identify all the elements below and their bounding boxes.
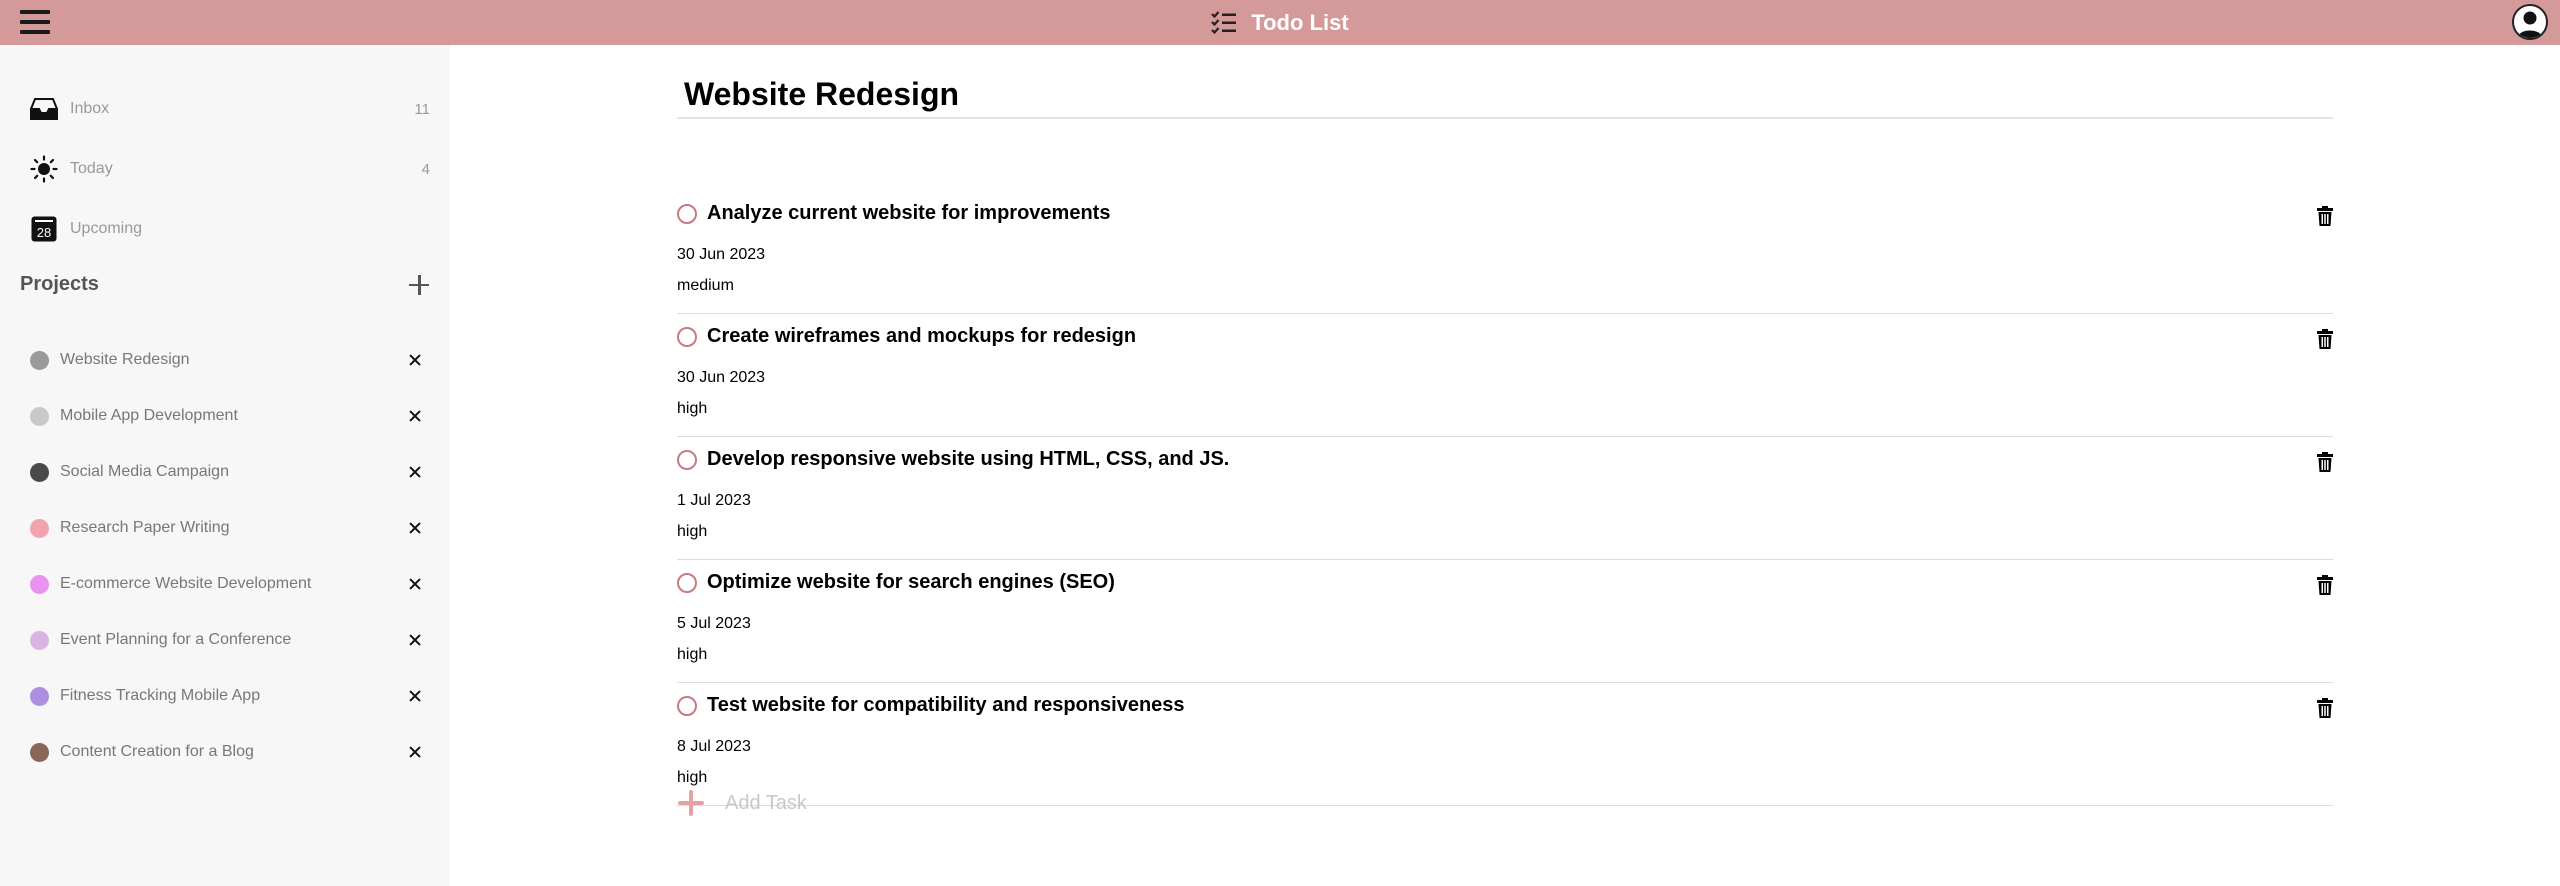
close-icon[interactable] — [405, 518, 425, 538]
sidebar-project-item[interactable]: Research Paper Writing — [30, 513, 425, 543]
sun-icon — [30, 155, 58, 183]
user-avatar-icon[interactable] — [2512, 4, 2548, 40]
project-label: E-commerce Website Development — [60, 575, 312, 592]
task-due-date: 1 Jul 2023 — [677, 492, 751, 509]
app-brand: Todo List — [1211, 9, 1349, 36]
project-label: Event Planning for a Conference — [60, 631, 292, 648]
close-icon[interactable] — [405, 686, 425, 706]
task-item: Analyze current website for improvements… — [677, 191, 2333, 314]
task-title[interactable]: Develop responsive website using HTML, C… — [707, 448, 1229, 471]
project-label: Research Paper Writing — [60, 519, 230, 536]
close-icon[interactable] — [405, 406, 425, 426]
plus-icon — [677, 789, 705, 817]
project-label: Content Creation for a Blog — [60, 743, 254, 760]
close-icon[interactable] — [405, 630, 425, 650]
task-due-date: 5 Jul 2023 — [677, 615, 751, 632]
task-due-date: 30 Jun 2023 — [677, 246, 766, 263]
add-project-icon[interactable] — [408, 274, 430, 296]
sidebar-item-today[interactable]: Today 4 — [30, 149, 430, 189]
close-icon[interactable] — [405, 742, 425, 762]
project-color-dot — [30, 406, 49, 426]
project-color-dot — [30, 630, 49, 650]
task-item: Test website for compatibility and respo… — [677, 683, 2333, 806]
project-color-dot — [30, 350, 49, 370]
project-label: Website Redesign — [60, 351, 190, 368]
hamburger-menu-icon[interactable] — [20, 8, 50, 36]
task-item: Create wireframes and mockups for redesi… — [677, 314, 2333, 437]
trash-icon[interactable] — [2317, 698, 2333, 718]
sidebar-project-item[interactable]: Content Creation for a Blog — [30, 737, 425, 767]
task-title[interactable]: Analyze current website for improvements — [707, 202, 1110, 225]
task-complete-checkbox[interactable] — [677, 696, 697, 716]
inbox-icon — [30, 95, 58, 123]
project-color-dot — [30, 574, 49, 594]
task-priority: high — [677, 769, 708, 786]
close-icon[interactable] — [405, 350, 425, 370]
task-priority: high — [677, 646, 708, 663]
close-icon[interactable] — [405, 462, 425, 482]
sidebar-project-item[interactable]: Fitness Tracking Mobile App — [30, 681, 425, 711]
project-color-dot — [30, 462, 49, 482]
top-bar: Todo List — [0, 0, 2560, 45]
sidebar-item-upcoming[interactable]: 28 Upcoming — [30, 209, 430, 249]
projects-header: Projects — [20, 273, 430, 296]
close-icon[interactable] — [405, 574, 425, 594]
calendar-day: 28 — [37, 225, 51, 240]
trash-icon[interactable] — [2317, 452, 2333, 472]
sidebar-item-count: 11 — [414, 100, 430, 118]
checklist-icon — [1211, 10, 1237, 34]
task-complete-checkbox[interactable] — [677, 573, 697, 593]
project-label: Fitness Tracking Mobile App — [60, 687, 261, 704]
task-due-date: 8 Jul 2023 — [677, 738, 751, 755]
task-item: Develop responsive website using HTML, C… — [677, 437, 2333, 560]
sidebar-project-item[interactable]: Website Redesign — [30, 345, 425, 375]
sidebar-item-count: 4 — [421, 160, 430, 178]
project-color-dot — [30, 518, 49, 538]
task-complete-checkbox[interactable] — [677, 450, 697, 470]
trash-icon[interactable] — [2317, 206, 2333, 226]
sidebar-item-label: Upcoming — [70, 220, 143, 237]
task-due-date: 30 Jun 2023 — [677, 369, 766, 386]
sidebar-project-item[interactable]: Event Planning for a Conference — [30, 625, 425, 655]
project-color-dot — [30, 686, 49, 706]
trash-icon[interactable] — [2317, 329, 2333, 349]
calendar-icon: 28 — [30, 215, 58, 243]
title-divider — [677, 117, 2333, 119]
sidebar-item-label: Inbox — [70, 100, 110, 117]
project-label: Social Media Campaign — [60, 463, 229, 480]
add-task-button[interactable]: Add Task — [677, 789, 807, 817]
task-title[interactable]: Create wireframes and mockups for redesi… — [707, 325, 1136, 348]
task-title[interactable]: Test website for compatibility and respo… — [707, 694, 1185, 717]
task-item: Optimize website for search engines (SEO… — [677, 560, 2333, 683]
sidebar-project-item[interactable]: E-commerce Website Development — [30, 569, 425, 599]
add-task-label: Add Task — [725, 791, 807, 814]
sidebar: Inbox 11 Today 4 28 Upcoming Projects We… — [0, 45, 450, 886]
task-complete-checkbox[interactable] — [677, 204, 697, 224]
sidebar-project-item[interactable]: Mobile App Development — [30, 401, 425, 431]
task-priority: high — [677, 400, 708, 417]
project-label: Mobile App Development — [60, 407, 238, 424]
sidebar-project-item[interactable]: Social Media Campaign — [30, 457, 425, 487]
task-title[interactable]: Optimize website for search engines (SEO… — [707, 571, 1115, 594]
projects-title: Projects — [20, 273, 99, 295]
sidebar-item-label: Today — [70, 160, 113, 177]
project-color-dot — [30, 742, 49, 762]
task-priority: high — [677, 523, 708, 540]
task-complete-checkbox[interactable] — [677, 327, 697, 347]
trash-icon[interactable] — [2317, 575, 2333, 595]
page-title: Website Redesign — [684, 76, 960, 112]
sidebar-item-inbox[interactable]: Inbox 11 — [30, 89, 430, 129]
app-title: Todo List — [1251, 9, 1349, 35]
task-priority: medium — [677, 277, 734, 294]
